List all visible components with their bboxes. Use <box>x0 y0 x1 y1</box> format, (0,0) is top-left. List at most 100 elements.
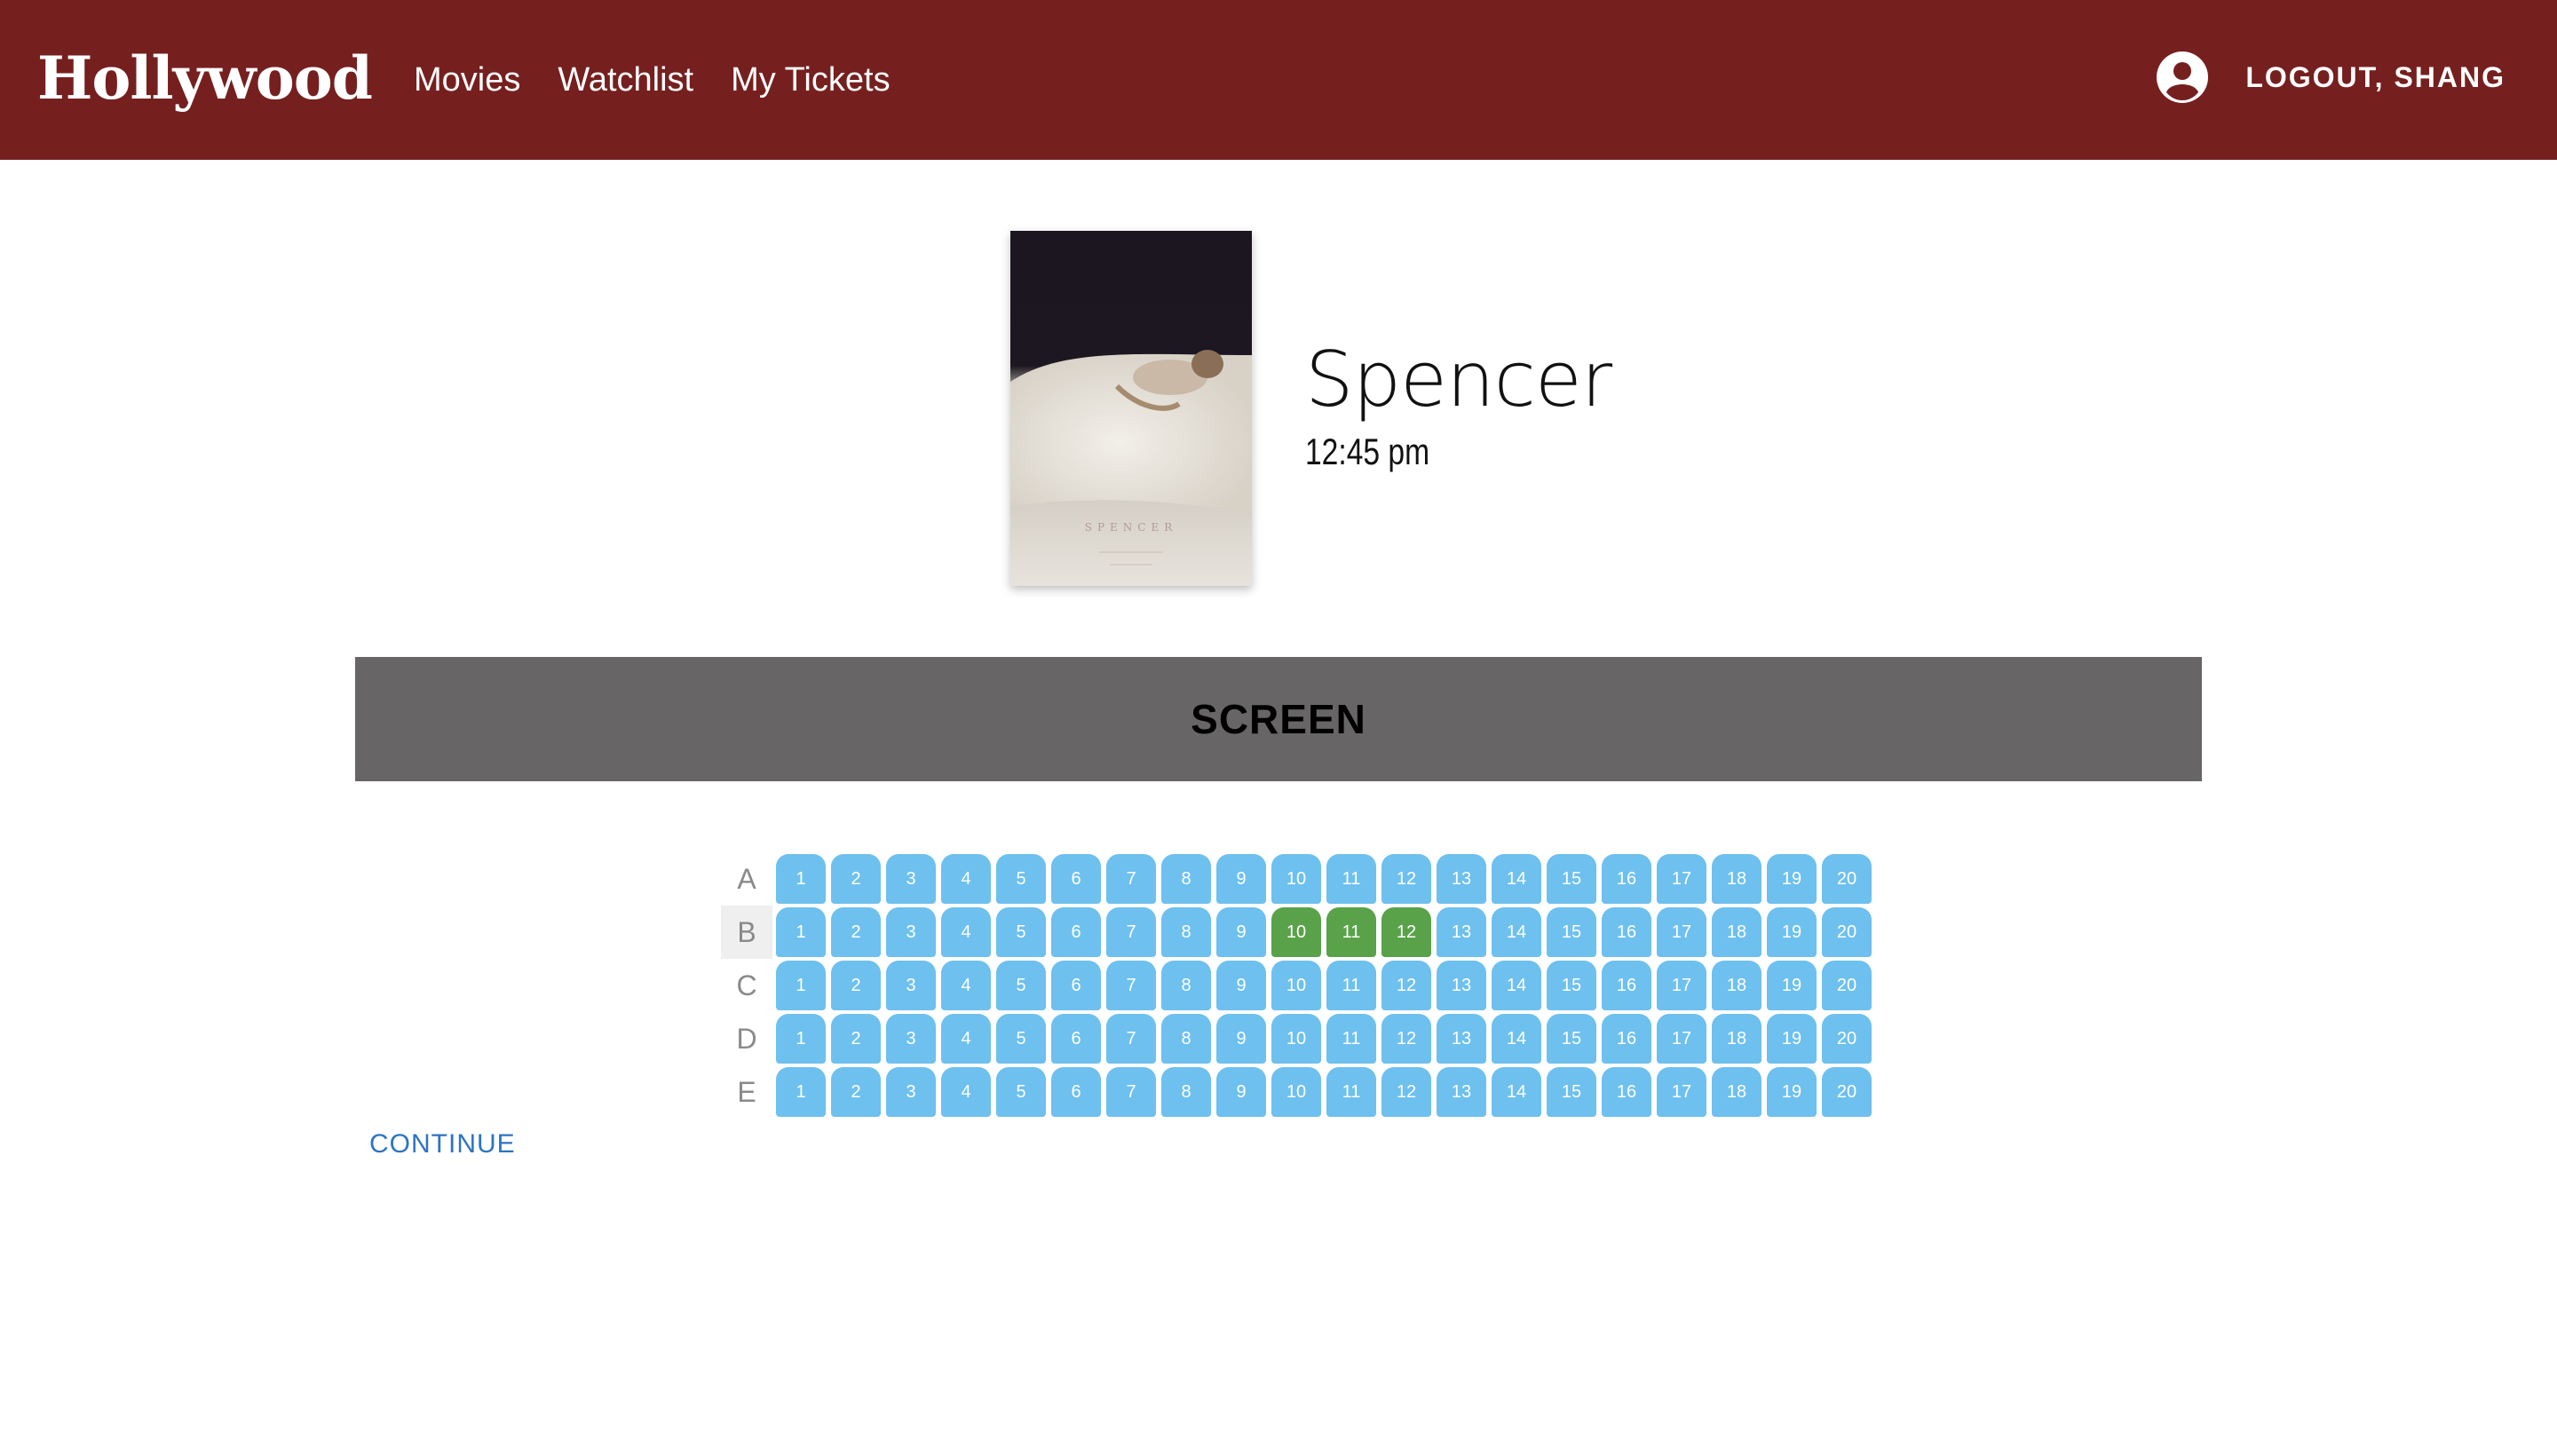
seat-e1[interactable]: 1 <box>776 1067 826 1117</box>
seat-a13[interactable]: 13 <box>1437 854 1486 904</box>
seat-c3[interactable]: 3 <box>886 961 936 1010</box>
nav-my-tickets[interactable]: My Tickets <box>731 55 890 105</box>
seat-b20[interactable]: 20 <box>1822 907 1872 957</box>
seat-c12[interactable]: 12 <box>1381 961 1431 1010</box>
nav-watchlist[interactable]: Watchlist <box>558 55 693 105</box>
seat-d12[interactable]: 12 <box>1381 1014 1431 1064</box>
seat-d14[interactable]: 14 <box>1492 1014 1541 1064</box>
seat-b9[interactable]: 9 <box>1216 907 1266 957</box>
seat-a1[interactable]: 1 <box>776 854 826 904</box>
seat-b8[interactable]: 8 <box>1161 907 1211 957</box>
seat-c6[interactable]: 6 <box>1051 961 1101 1010</box>
seat-e5[interactable]: 5 <box>996 1067 1046 1117</box>
seat-d10[interactable]: 10 <box>1271 1014 1321 1064</box>
seat-e20[interactable]: 20 <box>1822 1067 1872 1117</box>
seat-a6[interactable]: 6 <box>1051 854 1101 904</box>
seat-a5[interactable]: 5 <box>996 854 1046 904</box>
seat-d15[interactable]: 15 <box>1547 1014 1596 1064</box>
seat-e4[interactable]: 4 <box>941 1067 991 1117</box>
seat-b15[interactable]: 15 <box>1547 907 1596 957</box>
seat-d5[interactable]: 5 <box>996 1014 1046 1064</box>
seat-d17[interactable]: 17 <box>1657 1014 1706 1064</box>
seat-e16[interactable]: 16 <box>1602 1067 1651 1117</box>
seat-a15[interactable]: 15 <box>1547 854 1596 904</box>
seat-d11[interactable]: 11 <box>1326 1014 1376 1064</box>
seat-b7[interactable]: 7 <box>1106 907 1156 957</box>
seat-c8[interactable]: 8 <box>1161 961 1211 1010</box>
seat-d16[interactable]: 16 <box>1602 1014 1651 1064</box>
nav-movies[interactable]: Movies <box>414 55 520 105</box>
seat-b16[interactable]: 16 <box>1602 907 1651 957</box>
seat-c5[interactable]: 5 <box>996 961 1046 1010</box>
seat-b10-selected[interactable]: 10 <box>1271 907 1321 957</box>
seat-c16[interactable]: 16 <box>1602 961 1651 1010</box>
seat-a4[interactable]: 4 <box>941 854 991 904</box>
seat-d1[interactable]: 1 <box>776 1014 826 1064</box>
seat-d8[interactable]: 8 <box>1161 1014 1211 1064</box>
seat-d6[interactable]: 6 <box>1051 1014 1101 1064</box>
seat-a7[interactable]: 7 <box>1106 854 1156 904</box>
seat-c4[interactable]: 4 <box>941 961 991 1010</box>
seat-e13[interactable]: 13 <box>1437 1067 1486 1117</box>
seat-d3[interactable]: 3 <box>886 1014 936 1064</box>
seat-c11[interactable]: 11 <box>1326 961 1376 1010</box>
seat-c18[interactable]: 18 <box>1712 961 1761 1010</box>
seat-e17[interactable]: 17 <box>1657 1067 1706 1117</box>
seat-a18[interactable]: 18 <box>1712 854 1761 904</box>
logo[interactable]: Hollywood <box>37 43 373 114</box>
logout-button[interactable]: LOGOUT, SHANG <box>2245 61 2506 94</box>
seat-c14[interactable]: 14 <box>1492 961 1541 1010</box>
seat-c13[interactable]: 13 <box>1437 961 1486 1010</box>
seat-b19[interactable]: 19 <box>1767 907 1817 957</box>
seat-e8[interactable]: 8 <box>1161 1067 1211 1117</box>
seat-c19[interactable]: 19 <box>1767 961 1817 1010</box>
seat-e9[interactable]: 9 <box>1216 1067 1266 1117</box>
seat-a19[interactable]: 19 <box>1767 854 1817 904</box>
seat-a10[interactable]: 10 <box>1271 854 1321 904</box>
seat-b14[interactable]: 14 <box>1492 907 1541 957</box>
seat-a14[interactable]: 14 <box>1492 854 1541 904</box>
seat-a2[interactable]: 2 <box>831 854 881 904</box>
seat-b6[interactable]: 6 <box>1051 907 1101 957</box>
seat-c1[interactable]: 1 <box>776 961 826 1010</box>
seat-e12[interactable]: 12 <box>1381 1067 1431 1117</box>
seat-a9[interactable]: 9 <box>1216 854 1266 904</box>
seat-b11-selected[interactable]: 11 <box>1326 907 1376 957</box>
seat-d7[interactable]: 7 <box>1106 1014 1156 1064</box>
seat-d19[interactable]: 19 <box>1767 1014 1817 1064</box>
seat-d9[interactable]: 9 <box>1216 1014 1266 1064</box>
seat-c10[interactable]: 10 <box>1271 961 1321 1010</box>
seat-e14[interactable]: 14 <box>1492 1067 1541 1117</box>
seat-a11[interactable]: 11 <box>1326 854 1376 904</box>
seat-e3[interactable]: 3 <box>886 1067 936 1117</box>
seat-e7[interactable]: 7 <box>1106 1067 1156 1117</box>
seat-d13[interactable]: 13 <box>1437 1014 1486 1064</box>
account-icon[interactable] <box>2155 50 2210 105</box>
seat-c20[interactable]: 20 <box>1822 961 1872 1010</box>
seat-c2[interactable]: 2 <box>831 961 881 1010</box>
seat-c7[interactable]: 7 <box>1106 961 1156 1010</box>
seat-b13[interactable]: 13 <box>1437 907 1486 957</box>
seat-c17[interactable]: 17 <box>1657 961 1706 1010</box>
seat-e2[interactable]: 2 <box>831 1067 881 1117</box>
seat-a17[interactable]: 17 <box>1657 854 1706 904</box>
seat-e10[interactable]: 10 <box>1271 1067 1321 1117</box>
seat-e15[interactable]: 15 <box>1547 1067 1596 1117</box>
seat-e6[interactable]: 6 <box>1051 1067 1101 1117</box>
seat-b3[interactable]: 3 <box>886 907 936 957</box>
seat-d18[interactable]: 18 <box>1712 1014 1761 1064</box>
seat-e11[interactable]: 11 <box>1326 1067 1376 1117</box>
seat-b4[interactable]: 4 <box>941 907 991 957</box>
continue-button[interactable]: CONTINUE <box>369 1129 516 1159</box>
seat-b18[interactable]: 18 <box>1712 907 1761 957</box>
seat-c15[interactable]: 15 <box>1547 961 1596 1010</box>
seat-a12[interactable]: 12 <box>1381 854 1431 904</box>
seat-b17[interactable]: 17 <box>1657 907 1706 957</box>
seat-b1[interactable]: 1 <box>776 907 826 957</box>
seat-d4[interactable]: 4 <box>941 1014 991 1064</box>
seat-d2[interactable]: 2 <box>831 1014 881 1064</box>
seat-a3[interactable]: 3 <box>886 854 936 904</box>
seat-b2[interactable]: 2 <box>831 907 881 957</box>
seat-a16[interactable]: 16 <box>1602 854 1651 904</box>
seat-e18[interactable]: 18 <box>1712 1067 1761 1117</box>
